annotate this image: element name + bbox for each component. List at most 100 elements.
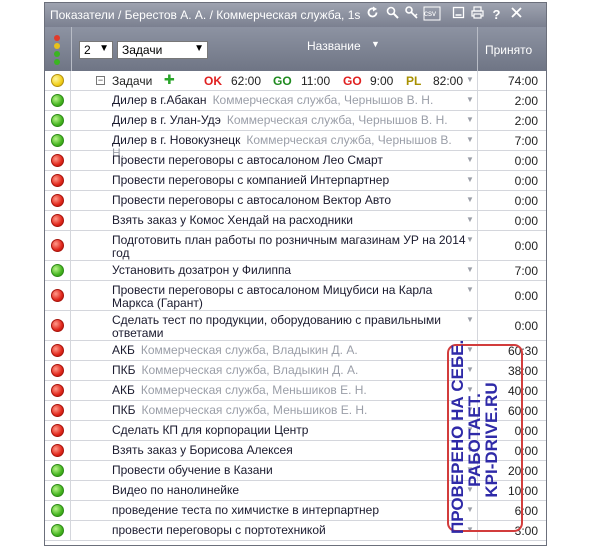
accepted-value: 74:00 (507, 74, 538, 88)
task-row[interactable]: Дилер в г. Новокузнецк Коммерческая служб… (45, 131, 546, 160)
task-name[interactable]: Подготовить план работы по розничным маг… (112, 234, 467, 260)
traffic-light-column-header[interactable] (45, 27, 72, 71)
task-name[interactable]: Сделать тест по продукции, оборудованию … (112, 314, 467, 340)
filter-select[interactable]: Задачи ▼ (117, 41, 208, 59)
task-name[interactable]: Сделать КП для корпорации Центр (112, 424, 467, 437)
search-icon[interactable] (384, 6, 401, 23)
accepted-value: 0:00 (514, 239, 538, 253)
status-cell (45, 171, 71, 190)
task-title: Сделать КП для корпорации Центр (112, 423, 309, 437)
task-name[interactable]: ПКБ Коммерческая служба, Владыкин Д. А. (112, 364, 467, 377)
chevron-down-icon[interactable]: ▼ (466, 95, 474, 104)
chevron-down-icon[interactable]: ▼ (466, 315, 474, 324)
task-name[interactable]: Провести переговоры с автосалоном Мицуби… (112, 284, 467, 310)
title-bar: Показатели / Берестов А. А. / Коммерческ… (45, 3, 546, 27)
task-owner: Коммерческая служба, Владыкин Д. А. (140, 343, 358, 357)
pl-label: PL (406, 74, 422, 88)
task-row[interactable]: Дилер в г. Улан-Удэ Коммерческая служба, … (45, 111, 546, 131)
status-red-icon (51, 319, 64, 332)
csv-export-icon[interactable]: csv (422, 6, 442, 23)
task-name[interactable]: АКБ Коммерческая служба, Меньшиков Е. Н. (112, 384, 467, 397)
accepted-column-header[interactable]: Принято (485, 43, 532, 57)
chevron-down-icon[interactable]: ▼ (466, 155, 474, 164)
task-title: Взять заказ у Борисова Алексея (112, 443, 293, 457)
status-cell (45, 71, 71, 90)
sort-arrow-icon[interactable]: ▼ (371, 39, 380, 49)
status-cell (45, 131, 71, 150)
task-row[interactable]: Подготовить план работы по розничным маг… (45, 231, 546, 261)
task-name[interactable]: Взять заказ у Комос Хендай на расходники (112, 214, 467, 227)
chevron-down-icon[interactable]: ▼ (466, 195, 474, 204)
key-icon[interactable] (403, 6, 420, 23)
task-name[interactable]: АКБ Коммерческая служба, Владыкин Д. А. (112, 344, 467, 357)
chevron-down-icon[interactable]: ▼ (466, 285, 474, 294)
chevron-down-icon[interactable]: ▼ (466, 135, 474, 144)
task-row[interactable]: Дилер в г.Абакан Коммерческая служба, Чер… (45, 91, 546, 111)
task-name[interactable]: Дилер в г.Абакан Коммерческая служба, Чер… (112, 94, 467, 107)
verification-stamp: ПРОВЕРЕНО НА СЕБЕ. РАБОТАЕТ. KPI-DRIVE.R… (447, 340, 523, 534)
status-cell (45, 91, 71, 110)
task-name[interactable]: Взять заказ у Борисова Алексея (112, 444, 467, 457)
accepted-value: 0:00 (514, 214, 538, 228)
task-owner: Коммерческая служба, Чернышов В. Н. (226, 113, 448, 127)
collapse-icon[interactable]: − (96, 76, 105, 85)
task-name[interactable]: Провести обучение в Казани (112, 464, 467, 477)
csv-label: csv (424, 9, 436, 18)
status-cell (45, 231, 71, 260)
green-light-icon (54, 51, 60, 57)
pl-value: 82:00 (433, 74, 464, 88)
task-name[interactable]: ПКБ Коммерческая служба, Меньшиков Е. Н. (112, 404, 467, 417)
task-name[interactable]: Дилер в г. Улан-Удэ Коммерческая служба, … (112, 114, 467, 127)
task-row[interactable]: Провести переговоры с автосалоном Мицуби… (45, 281, 546, 311)
status-red-icon (51, 214, 64, 227)
accepted-value: 0:00 (514, 174, 538, 188)
name-column-header[interactable]: Название (307, 39, 361, 53)
task-name[interactable]: провести переговоры с портотехникой (112, 524, 467, 537)
close-icon[interactable] (508, 6, 525, 23)
status-cell (45, 151, 71, 170)
task-row[interactable]: Установить дозатрон у Филиппа ▼ 7:00 (45, 261, 546, 281)
status-cell (45, 261, 71, 280)
help-icon[interactable]: ? (488, 6, 505, 23)
level-select[interactable]: 2 ▼ (79, 41, 113, 59)
add-task-icon[interactable]: ✚ (164, 72, 175, 88)
task-owner: Коммерческая служба, Владыкин Д. А. (141, 363, 359, 377)
status-cell (45, 341, 71, 360)
task-title: Провести переговоры с автосалоном Вектор… (112, 193, 392, 207)
chevron-down-icon[interactable]: ▼ (466, 175, 474, 184)
chevron-down-icon[interactable]: ▼ (466, 235, 474, 244)
task-row[interactable]: Провести переговоры с автосалоном Вектор… (45, 191, 546, 211)
chevron-down-icon[interactable]: ▼ (466, 115, 474, 124)
task-name[interactable]: проведение теста по химчистке в интерпар… (112, 504, 467, 517)
task-row[interactable]: Провести переговоры с автосалоном Лео См… (45, 151, 546, 171)
task-name[interactable]: Установить дозатрон у Филиппа (112, 264, 467, 277)
chevron-down-icon[interactable]: ▼ (466, 75, 474, 84)
task-name[interactable]: Провести переговоры с компанией Интерпар… (112, 174, 467, 187)
chevron-down-icon[interactable]: ▼ (466, 215, 474, 224)
refresh-icon[interactable] (364, 6, 381, 23)
status-green-icon (51, 484, 64, 497)
task-title: Дилер в г. Новокузнецк (112, 133, 241, 147)
task-title: Дилер в г.Абакан (112, 93, 207, 107)
minimize-icon[interactable] (450, 6, 467, 23)
task-row[interactable]: Провести переговоры с компанией Интерпар… (45, 171, 546, 191)
status-green-icon (51, 464, 64, 477)
task-name[interactable]: Провести переговоры с автосалоном Лео См… (112, 154, 467, 167)
group-row[interactable]: − Задачи ✚ OK 62:00 GO 11:00 GO 9:00 PL … (45, 71, 546, 91)
task-row[interactable]: Взять заказ у Комос Хендай на расходники… (45, 211, 546, 231)
task-title: проведение теста по химчистке в интерпар… (112, 503, 380, 517)
kpi-window: Показатели / Берестов А. А. / Коммерческ… (44, 2, 547, 546)
table-header: 2 ▼ Задачи ▼ Название ▼ Принято (45, 27, 546, 71)
status-red-icon (51, 194, 64, 207)
status-cell (45, 191, 71, 210)
accepted-value: 0:00 (514, 154, 538, 168)
task-name[interactable]: Провести переговоры с автосалоном Вектор… (112, 194, 467, 207)
status-red-icon (51, 424, 64, 437)
task-name[interactable]: Видео по нанолинейке (112, 484, 467, 497)
accepted-value: 2:00 (514, 94, 538, 108)
task-row[interactable]: Сделать тест по продукции, оборудованию … (45, 311, 546, 341)
task-title: Взять заказ у Комос Хендай на расходники (112, 213, 353, 227)
chevron-down-icon[interactable]: ▼ (466, 265, 474, 274)
print-icon[interactable] (469, 6, 486, 23)
status-yellow-icon (51, 74, 64, 87)
